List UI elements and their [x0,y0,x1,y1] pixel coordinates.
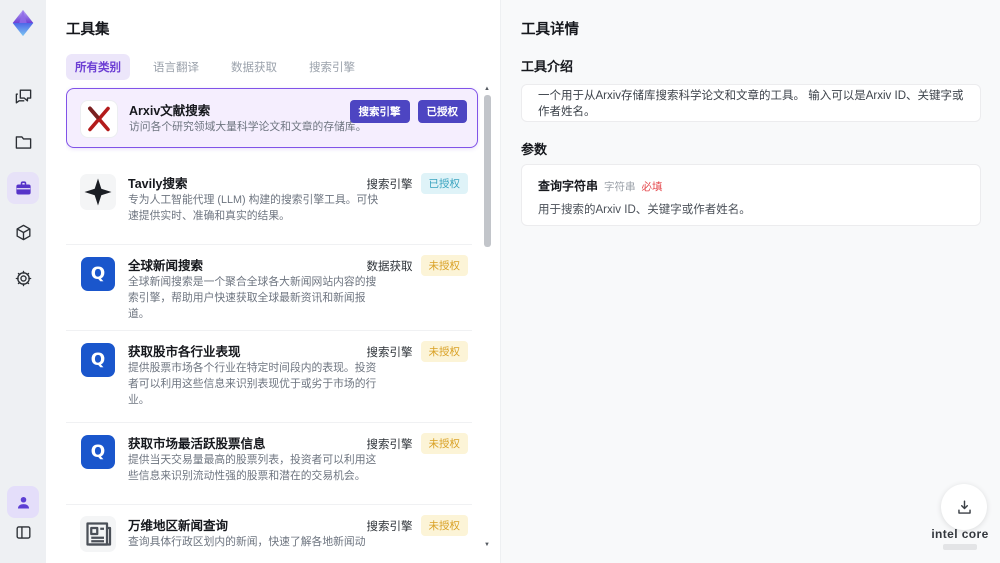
cube-icon[interactable] [7,216,39,248]
tool-category-label: 搜索引擎 [366,178,413,191]
tool-name: 获取股市各行业表现 [128,345,241,359]
tool-desc: 访问各个研究领域大量科学论文和文章的存储库。 [129,121,367,133]
tab-search-engine[interactable]: 搜索引擎 [300,54,364,80]
q-news-icon: Q [81,343,115,377]
param-type: 字符串 [604,181,636,193]
tool-auth-badge: 已授权 [417,100,467,123]
tool-card-regional-news[interactable]: 万维地区新闻查询 查询具体行政区划内的新闻，快速了解各地新闻动 搜索引擎 未授权 [66,504,478,556]
tool-details-panel: 工具详情 工具介绍 一个用于从Arxiv存储库搜索科学论文和文章的工具。 输入可… [500,0,1000,563]
tool-card-active-stocks[interactable]: Q 获取市场最活跃股票信息 提供当天交易量最高的股票列表，投资者可以利用这些信息… [66,422,478,504]
intel-core-logo: intel core [931,527,989,541]
category-tabs: 所有类别 语言翻译 数据获取 搜索引擎 [66,54,364,80]
tab-data-acquisition[interactable]: 数据获取 [222,54,286,80]
gear-icon[interactable] [7,262,39,294]
details-title: 工具详情 [521,22,579,38]
q-news-icon: Q [81,257,115,291]
tool-intro-box: 一个用于从Arxiv存储库搜索科学论文和文章的工具。 输入可以是Arxiv ID… [521,84,981,122]
tool-auth-badge: 未授权 [420,433,468,454]
scroll-up-icon[interactable]: ▲ [484,86,490,92]
param-desc: 用于搜索的Arxiv ID、关键字或作者姓名。 [538,204,751,216]
newspaper-icon [80,516,116,552]
tool-auth-badge: 未授权 [420,255,468,276]
tool-category-badge: 搜索引擎 [349,100,410,123]
tool-desc: 专为人工智能代理 (LLM) 构建的搜索引擎工具。可快速提供实时、准确和真实的结… [128,194,379,222]
tool-category-label: 搜索引擎 [366,438,413,451]
intro-heading: 工具介绍 [521,59,574,74]
tool-name: 万维地区新闻查询 [128,519,229,533]
tool-name: Arxiv文献搜索 [129,104,211,118]
tool-card-stock-sectors[interactable]: Q 获取股市各行业表现 提供股票市场各个行业在特定时间段内的表现。投资者可以利用… [66,330,478,422]
tool-category-label: 数据获取 [366,260,413,273]
panel-toggle-icon[interactable] [7,516,39,548]
tool-auth-badge: 未授权 [420,341,468,362]
tools-panel-title: 工具集 [66,22,110,38]
download-icon [957,499,971,514]
tool-name: 获取市场最活跃股票信息 [128,437,266,451]
param-required-flag: 必填 [641,181,663,193]
scrollbar-thumb[interactable] [484,95,491,247]
brand-subtext-bar [943,544,977,550]
tool-category-label: 搜索引擎 [366,520,413,533]
tool-card-arxiv[interactable]: Arxiv文献搜索 访问各个研究领域大量科学论文和文章的存储库。 搜索引擎 已授… [66,88,478,148]
arxiv-icon [81,101,117,137]
tool-category-label: 搜索引擎 [366,346,413,359]
user-icon[interactable] [7,486,39,518]
tab-language-translation[interactable]: 语言翻译 [144,54,208,80]
q-news-icon: Q [81,435,115,469]
intel-core-brand: intel core [928,527,992,550]
parameter-box: 查询字符串 字符串 必填 用于搜索的Arxiv ID、关键字或作者姓名。 [521,164,981,226]
params-heading: 参数 [521,142,548,157]
tool-list-scrollbar[interactable]: ▲ ▼ [483,86,492,548]
param-name: 查询字符串 [538,179,599,193]
tool-name: 全球新闻搜索 [128,259,204,273]
download-button[interactable] [941,484,987,530]
chat-icon[interactable] [7,80,39,112]
tool-auth-badge: 已授权 [420,173,468,194]
sparkle-icon [80,174,116,210]
tool-name: Tavily搜索 [128,177,188,191]
tool-card-global-news[interactable]: Q 全球新闻搜索 全球新闻搜索是一个聚合全球各大新闻网站内容的搜索引擎，帮助用户… [66,244,478,330]
tools-panel: 工具集 所有类别 语言翻译 数据获取 搜索引擎 Arxiv文献搜索 访问各个研究… [46,0,500,563]
briefcase-icon[interactable] [7,172,39,204]
tab-all-categories[interactable]: 所有类别 [66,54,130,80]
tool-auth-badge: 未授权 [420,515,468,536]
tool-desc: 查询具体行政区划内的新闻，快速了解各地新闻动 [128,536,366,548]
tool-intro-text: 一个用于从Arxiv存储库搜索科学论文和文章的工具。 输入可以是Arxiv ID… [538,90,964,118]
tool-card-tavily[interactable]: Tavily搜索 专为人工智能代理 (LLM) 构建的搜索引擎工具。可快速提供实… [66,162,478,244]
folder-icon[interactable] [7,126,39,158]
tool-desc: 提供股票市场各个行业在特定时间段内的表现。投资者可以利用这些信息来识别表现优于或… [128,362,377,406]
scroll-down-icon[interactable]: ▼ [484,542,490,548]
tool-desc: 提供当天交易量最高的股票列表，投资者可以利用这些信息来识别流动性强的股票和潜在的… [128,454,377,482]
app-logo-icon [8,8,38,38]
tool-desc: 全球新闻搜索是一个聚合全球各大新闻网站内容的搜索引擎，帮助用户快速获取全球最新资… [128,276,377,320]
app-sidebar [0,0,46,563]
tool-list: Arxiv文献搜索 访问各个研究领域大量科学论文和文章的存储库。 搜索引擎 已授… [66,86,480,556]
